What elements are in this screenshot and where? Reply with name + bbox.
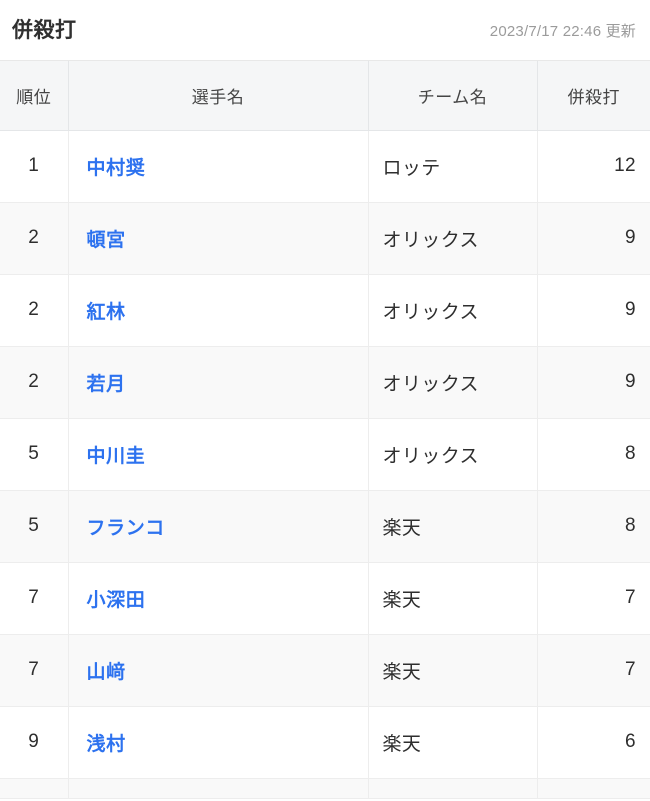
table-row: 7 小深田 楽天 7: [0, 562, 650, 635]
cell-rank: [0, 778, 69, 799]
table-row: 9 浅村 楽天 6: [0, 706, 650, 779]
cell-team-name: 楽天: [368, 706, 538, 779]
cell-team-name: オリックス: [368, 346, 538, 419]
table-row: 2 紅林 オリックス 9: [0, 274, 650, 347]
cell-team-name: 楽天: [368, 490, 538, 563]
player-link[interactable]: 浅村: [87, 734, 126, 755]
cell-rank: 7: [0, 634, 69, 707]
player-link[interactable]: 中村奨: [87, 158, 146, 179]
table-row: 7 山﨑 楽天 7: [0, 634, 650, 707]
player-link[interactable]: 小深田: [87, 590, 146, 611]
ranking-page: 併殺打 2023/7/17 22:46 更新 順位 選手名 チーム名 併殺打 1…: [0, 0, 650, 801]
cell-rank: 5: [0, 490, 69, 563]
column-header-player-name: 選手名: [68, 61, 369, 131]
cell-double-plays: 7: [537, 562, 650, 635]
page-title: 併殺打: [12, 18, 77, 42]
cell-rank: 1: [0, 130, 69, 203]
cell-team-name: ロッテ: [368, 130, 538, 203]
cell-team-name: オリックス: [368, 418, 538, 491]
cell-player-name: [68, 778, 369, 799]
cell-team-name: 楽天: [368, 562, 538, 635]
player-link[interactable]: 山﨑: [87, 662, 126, 683]
column-header-team-name: チーム名: [368, 61, 538, 131]
cell-team-name: オリックス: [368, 202, 538, 275]
table-row: 2 若月 オリックス 9: [0, 346, 650, 419]
cell-double-plays: 9: [537, 346, 650, 419]
player-link[interactable]: フランコ: [87, 518, 165, 539]
cell-double-plays: [537, 778, 650, 799]
column-header-rank: 順位: [0, 61, 69, 131]
cell-double-plays: 7: [537, 634, 650, 707]
cell-player-name: 若月: [68, 346, 369, 419]
table-body: 1 中村奨 ロッテ 12 2 頓宮 オリックス 9 2 紅林 オリックス 9 2 若月 オリックス 9 5 中川圭…: [0, 130, 650, 799]
cell-double-plays: 9: [537, 274, 650, 347]
player-link[interactable]: 若月: [87, 374, 126, 395]
updated-timestamp: 2023/7/17 22:46 更新: [489, 22, 636, 40]
player-link[interactable]: 紅林: [87, 302, 126, 323]
cell-rank: 7: [0, 562, 69, 635]
table-row: 2 頓宮 オリックス 9: [0, 202, 650, 275]
cell-player-name: 山﨑: [68, 634, 369, 707]
cell-double-plays: 9: [537, 202, 650, 275]
cell-rank: 5: [0, 418, 69, 491]
ranking-table: 順位 選手名 チーム名 併殺打 1 中村奨 ロッテ 12 2 頓宮 オリックス 9 2 紅林 オリッ…: [0, 61, 650, 799]
cell-team-name: 楽天: [368, 634, 538, 707]
cell-rank: 2: [0, 274, 69, 347]
table-row: 5 フランコ 楽天 8: [0, 490, 650, 563]
cell-double-plays: 6: [537, 706, 650, 779]
cell-double-plays: 12: [537, 130, 650, 203]
cell-player-name: 頓宮: [68, 202, 369, 275]
cell-player-name: 中村奨: [68, 130, 369, 203]
cell-player-name: 浅村: [68, 706, 369, 779]
cell-team-name: オリックス: [368, 274, 538, 347]
cell-player-name: 紅林: [68, 274, 369, 347]
page-header: 併殺打 2023/7/17 22:46 更新: [0, 0, 650, 61]
cell-player-name: フランコ: [68, 490, 369, 563]
cell-double-plays: 8: [537, 418, 650, 491]
column-header-double-plays: 併殺打: [537, 61, 650, 131]
table-row: 5 中川圭 オリックス 8: [0, 418, 650, 491]
table-row: [0, 778, 650, 799]
cell-team-name: [368, 778, 538, 799]
cell-double-plays: 8: [537, 490, 650, 563]
table-header-row: 順位 選手名 チーム名 併殺打: [0, 61, 650, 131]
player-link[interactable]: 頓宮: [87, 230, 126, 251]
cell-rank: 9: [0, 706, 69, 779]
player-link[interactable]: 中川圭: [87, 446, 146, 467]
cell-player-name: 小深田: [68, 562, 369, 635]
table-row: 1 中村奨 ロッテ 12: [0, 130, 650, 203]
cell-rank: 2: [0, 346, 69, 419]
cell-player-name: 中川圭: [68, 418, 369, 491]
cell-rank: 2: [0, 202, 69, 275]
